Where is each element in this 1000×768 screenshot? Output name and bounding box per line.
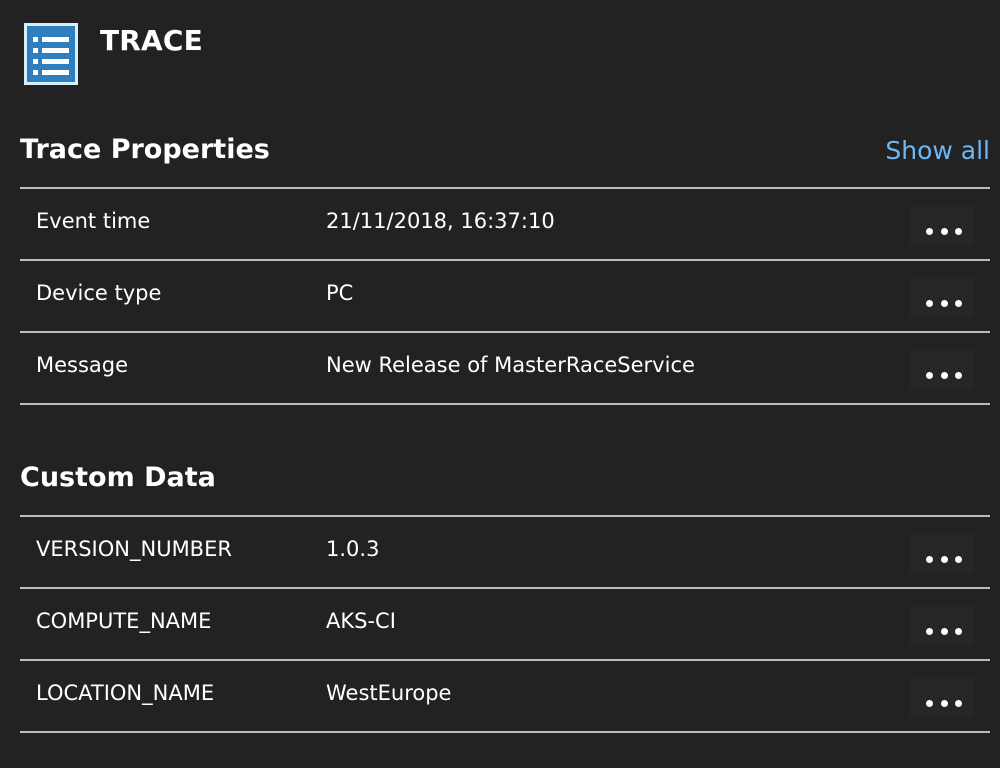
table-row: LOCATION_NAME WestEurope bbox=[20, 661, 990, 733]
property-value: WestEurope bbox=[326, 681, 452, 705]
table-row: Event time 21/11/2018, 16:37:10 bbox=[20, 189, 990, 261]
list-icon bbox=[24, 23, 78, 85]
ellipsis-icon bbox=[926, 227, 962, 235]
property-key: Device type bbox=[36, 281, 162, 305]
trace-properties-table: Event time 21/11/2018, 16:37:10 Device t… bbox=[20, 187, 990, 405]
more-options-button[interactable] bbox=[910, 205, 974, 245]
property-value: AKS-CI bbox=[326, 609, 396, 633]
property-key: VERSION_NUMBER bbox=[36, 537, 232, 561]
table-row: VERSION_NUMBER 1.0.3 bbox=[20, 517, 990, 589]
property-key: Message bbox=[36, 353, 129, 377]
page-title: TRACE bbox=[100, 24, 204, 57]
table-row: COMPUTE_NAME AKS-CI bbox=[20, 589, 990, 661]
table-row: Message New Release of MasterRaceService bbox=[20, 333, 990, 405]
property-value: 21/11/2018, 16:37:10 bbox=[326, 209, 555, 233]
more-options-button[interactable] bbox=[910, 349, 974, 389]
show-all-link[interactable]: Show all bbox=[885, 136, 990, 165]
more-options-button[interactable] bbox=[910, 677, 974, 717]
trace-properties-title: Trace Properties bbox=[20, 134, 270, 165]
ellipsis-icon bbox=[926, 627, 962, 635]
custom-data-table: VERSION_NUMBER 1.0.3 COMPUTE_NAME AKS-CI… bbox=[20, 515, 990, 733]
more-options-button[interactable] bbox=[910, 277, 974, 317]
panel-header: TRACE bbox=[24, 23, 203, 87]
property-value: 1.0.3 bbox=[326, 537, 380, 561]
ellipsis-icon bbox=[926, 371, 962, 379]
more-options-button[interactable] bbox=[910, 605, 974, 645]
custom-data-header: Custom Data bbox=[20, 462, 990, 494]
ellipsis-icon bbox=[926, 299, 962, 307]
ellipsis-icon bbox=[926, 555, 962, 563]
trace-properties-header: Trace Properties Show all bbox=[20, 134, 990, 166]
property-value: New Release of MasterRaceService bbox=[326, 353, 695, 377]
more-options-button[interactable] bbox=[910, 533, 974, 573]
property-value: PC bbox=[326, 281, 354, 305]
custom-data-title: Custom Data bbox=[20, 462, 216, 493]
ellipsis-icon bbox=[926, 699, 962, 707]
table-row: Device type PC bbox=[20, 261, 990, 333]
property-key: Event time bbox=[36, 209, 151, 233]
property-key: COMPUTE_NAME bbox=[36, 609, 212, 633]
trace-details-panel: TRACE Trace Properties Show all Event ti… bbox=[0, 0, 1000, 768]
property-key: LOCATION_NAME bbox=[36, 681, 215, 705]
